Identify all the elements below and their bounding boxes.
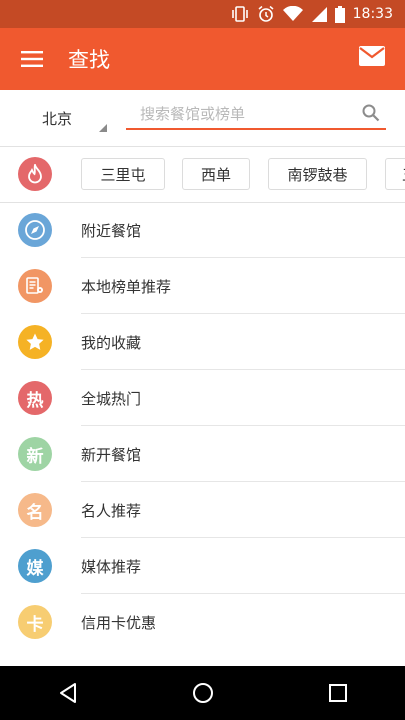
dropdown-triangle-icon[interactable] (99, 124, 107, 132)
page-title: 查找 (68, 48, 110, 72)
item-label: 我的收藏 (81, 334, 142, 352)
celebrity-icon: 名 (18, 493, 52, 527)
list-item-nearby[interactable]: 附近餐馆 (0, 202, 405, 258)
area-tag[interactable]: 西单 (182, 158, 250, 190)
hot-areas-row: 三里屯 西单 南锣鼓巷 五 (0, 146, 405, 203)
item-label: 信用卡优惠 (81, 614, 157, 632)
back-triangle-icon (59, 683, 76, 703)
list-item-media-picks[interactable]: 媒 媒体推荐 (0, 538, 405, 594)
status-bar: 18:33 (0, 0, 405, 28)
recents-square-icon (328, 684, 347, 702)
wifi-icon (282, 6, 303, 22)
area-tag[interactable]: 三里屯 (81, 158, 165, 190)
battery-icon (334, 5, 345, 23)
list-item-citywide-hot[interactable]: 热 全城热门 (0, 370, 405, 426)
item-label: 名人推荐 (81, 502, 142, 520)
alarm-icon (257, 5, 275, 23)
app-bar: 查找 (0, 28, 405, 90)
hot-icon: 热 (18, 381, 52, 415)
star-icon (18, 325, 52, 359)
vibrate-icon (231, 6, 249, 22)
item-label: 本地榜单推荐 (81, 278, 172, 296)
list-item-local-rankings[interactable]: 本地榜单推荐 (0, 258, 405, 314)
list-item-celebrity-picks[interactable]: 名 名人推荐 (0, 482, 405, 538)
recents-button[interactable] (308, 666, 368, 720)
hamburger-icon (21, 51, 43, 67)
item-label: 附近餐馆 (81, 222, 142, 240)
back-button[interactable] (38, 666, 98, 720)
home-circle-icon (192, 683, 213, 703)
flame-icon (18, 157, 52, 191)
signal-icon (311, 6, 327, 22)
list-item-favorites[interactable]: 我的收藏 (0, 314, 405, 370)
status-time: 18:33 (352, 6, 393, 22)
credit-card-icon: 卡 (18, 605, 52, 639)
media-icon: 媒 (18, 549, 52, 583)
navigation-bar (0, 666, 405, 720)
area-tag[interactable]: 南锣鼓巷 (268, 158, 367, 190)
menu-button[interactable] (0, 28, 64, 90)
list-item-credit-card-deals[interactable]: 卡 信用卡优惠 (0, 594, 405, 650)
item-label: 全城热门 (81, 390, 142, 408)
list-item-new-restaurants[interactable]: 新 新开餐馆 (0, 426, 405, 482)
search-row: 北京 (0, 90, 405, 147)
search-input[interactable] (126, 105, 360, 123)
search-box[interactable] (126, 104, 386, 130)
search-icon[interactable] (362, 104, 380, 126)
home-button[interactable] (173, 666, 233, 720)
mail-icon (359, 46, 385, 66)
item-label: 媒体推荐 (81, 558, 142, 576)
menu-list: 附近餐馆 本地榜单推荐 我的收藏 热 全城热门 新 新开餐馆 名 名人推荐 媒 … (0, 202, 405, 650)
list-location-icon (18, 269, 52, 303)
item-label: 新开餐馆 (81, 446, 142, 464)
new-icon: 新 (18, 437, 52, 471)
city-selector[interactable]: 北京 (42, 108, 72, 129)
compass-icon (18, 213, 52, 247)
area-tag[interactable]: 五 (385, 158, 405, 190)
messages-button[interactable] (359, 46, 387, 72)
